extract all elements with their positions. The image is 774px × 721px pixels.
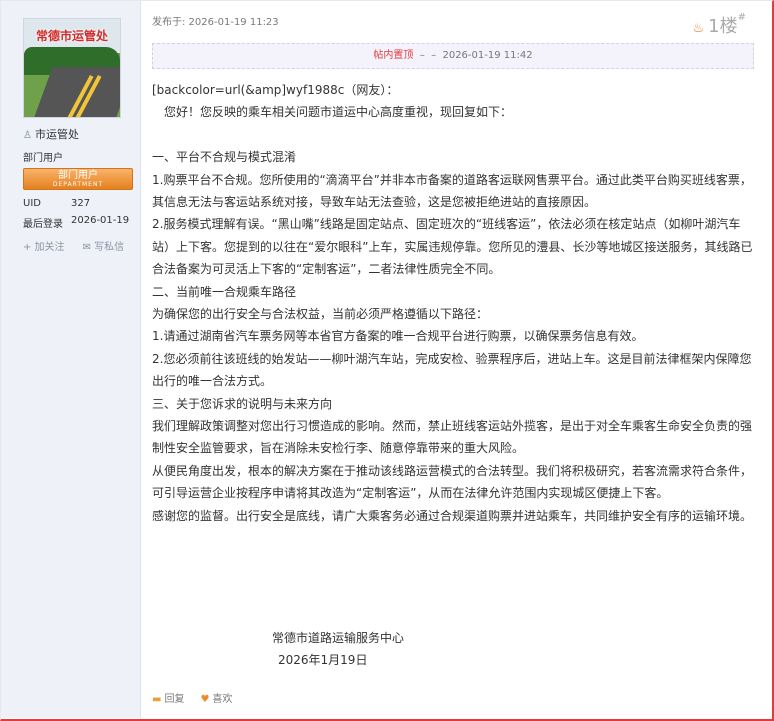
reply-button[interactable]: ▬ 回复 [152, 690, 184, 705]
reply-icon: ▬ [152, 694, 162, 705]
avatar-brand-text: 常德市运管处 [35, 29, 108, 43]
content-line: 感谢您的监督。出行安全是底线，请广大乘客务必通过合规渠道购票并进站乘车，共同维护… [152, 508, 753, 523]
add-follow-button[interactable]: + 加关注 [23, 238, 65, 253]
floor-label: 1楼 [708, 16, 738, 37]
message-icon: ✉ [82, 242, 95, 253]
floor-mark: # [737, 12, 746, 23]
post-content: [backcolor=url(&amp]wyf1988c（网友）： 您好！您反映… [152, 79, 756, 527]
content-line: 一、平台不合规与模式混淆 [152, 150, 297, 165]
like-label: 喜欢 [212, 694, 233, 705]
flame-icon: ♨ [692, 21, 705, 36]
author-actions: + 加关注 ✉ 写私信 [23, 238, 124, 253]
content-line: 1.购票平台不合规。您所使用的“滴滴平台”并非本市备案的道路客运联网售票平台。通… [152, 172, 752, 210]
floor-number[interactable]: ♨ 1楼# [693, 12, 747, 38]
mod-time: 2026-01-19 11:42 [442, 50, 533, 61]
stat-value[interactable]: 327 [71, 198, 90, 215]
content-line: 从便民角度出发，根本的解决方案在于推动该线路运营模式的合法转型。我们将积极研究，… [152, 463, 753, 501]
avatar[interactable]: 常德市运管处 [23, 18, 121, 118]
content-line: [backcolor=url(&amp]wyf1988c（网友）： [152, 83, 399, 97]
user-stats: UID 327 最后登录 2026-01-19 [23, 198, 129, 232]
content-line: 您好！您反映的乘车相关问题市道运中心高度重视，现回复如下： [152, 105, 513, 120]
mod-separator: – [419, 50, 425, 61]
send-message-label: 写私信 [94, 242, 125, 253]
signature: 常德市道路运输服务中心 2026年1月19日 [272, 627, 404, 671]
stat-row: UID 327 [23, 198, 129, 215]
content-line: 为确保您的出行安全与合法权益，当前必须严格遵循以下路径： [152, 307, 489, 322]
content-line: 2.您必须前往该班线的始发站——柳叶湖汽车站，完成安检、验票程序后，进站上车。这… [152, 351, 752, 389]
content-line: 二、当前唯一合规乘车路径 [152, 284, 297, 299]
user-icon: ♙ [23, 130, 32, 141]
username-link[interactable]: ♙ 市运管处 [23, 126, 79, 142]
moderation-bar: 帖内置顶 – – 2026-01-19 11:42 [152, 43, 754, 69]
post-footer: ▬ 回复 ♥ 喜欢 [152, 690, 232, 705]
content-line: 三、关于您诉求的说明与未来方向 [152, 396, 333, 411]
user-group: 部门用户 [23, 153, 63, 164]
content-line: 1.请通过湖南省汽车票务网等本省官方备案的唯一合规平台进行购票，以确保票务信息有… [152, 329, 644, 344]
post-main: 发布于: 2026-01-19 11:23 ♨ 1楼# 帖内置顶 – – 2026… [142, 1, 770, 718]
author-sidebar: 常德市运管处 ♙ 市运管处 部门用户 部门用户 DEPARTMENT UID 32… [1, 1, 141, 718]
reply-label: 回复 [164, 694, 185, 705]
send-message-button[interactable]: ✉ 写私信 [83, 238, 125, 253]
mod-separator: – [431, 50, 437, 61]
stat-key: 最后登录 [23, 219, 63, 230]
heart-icon: ♥ [200, 694, 210, 705]
stat-row: 最后登录 2026-01-19 [23, 215, 129, 232]
signature-org: 常德市道路运输服务中心 [272, 631, 405, 645]
mod-tag: 帖内置顶 [373, 50, 414, 61]
posted-time: 发布于: 2026-01-19 11:23 [152, 17, 279, 28]
username-text: 市运管处 [34, 128, 79, 141]
stat-key: UID [23, 198, 41, 209]
badge-main-text: 部门用户 [58, 170, 98, 181]
badge-sub-text: DEPARTMENT [52, 181, 104, 188]
content-line: 我们理解政策调整对您出行习惯造成的影响。然而，禁止班线客运站外揽客，是出于对全车… [152, 419, 753, 456]
stat-value: 2026-01-19 [71, 215, 130, 226]
like-button[interactable]: ♥ 喜欢 [200, 690, 232, 705]
signature-date: 2026年1月19日 [278, 653, 368, 667]
content-line: 2.服务模式理解有误。“黑山嘴”线路是固定站点、固定班次的“班线客运”，依法必须… [152, 217, 753, 277]
department-badge: 部门用户 DEPARTMENT [23, 168, 133, 190]
